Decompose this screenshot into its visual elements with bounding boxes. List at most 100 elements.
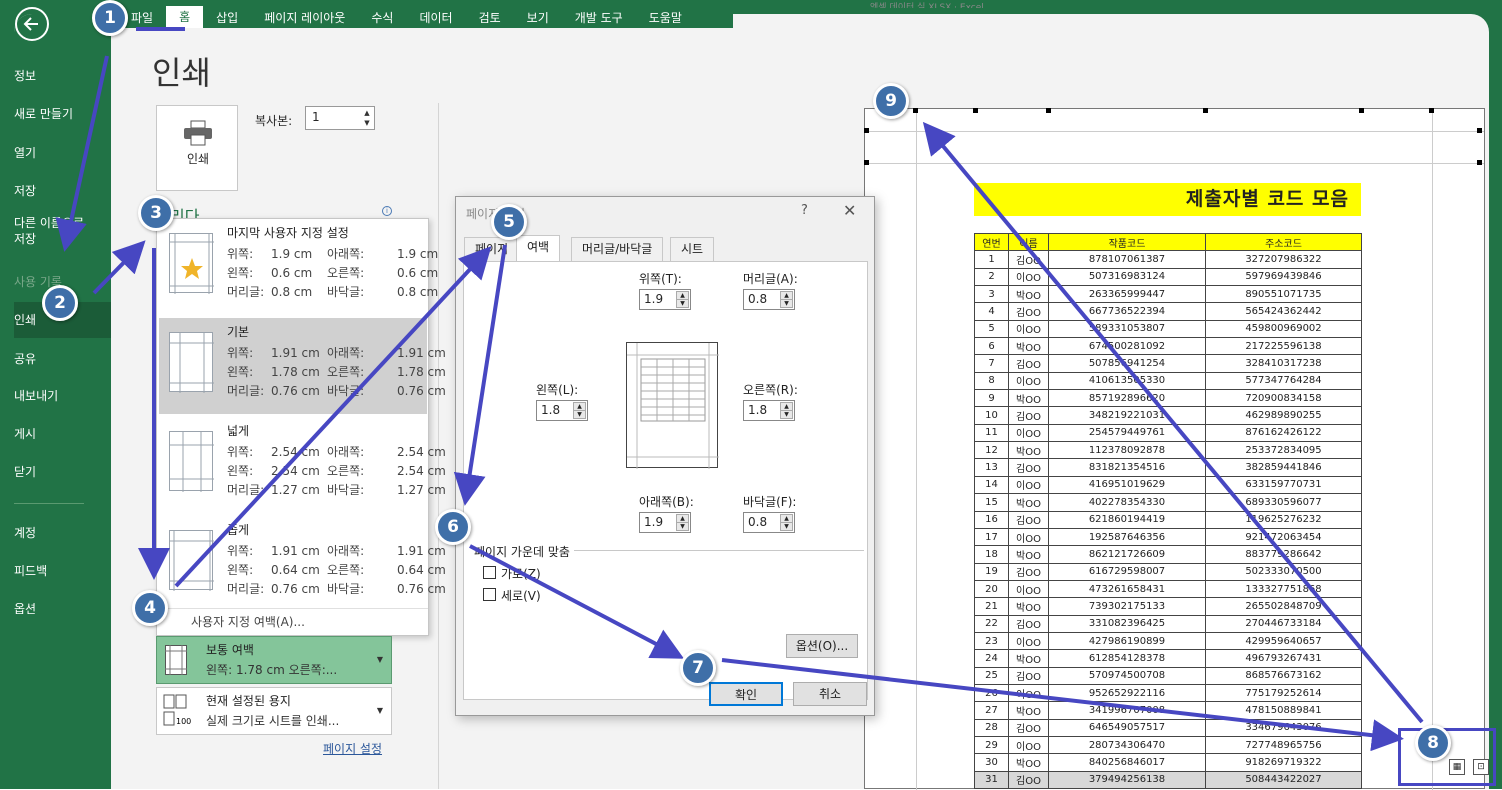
nav-info[interactable]: 정보 <box>14 58 111 94</box>
table-cell: 31 <box>974 770 1009 790</box>
margin-handle[interactable] <box>973 108 978 113</box>
margin-handle[interactable] <box>1429 108 1434 113</box>
nav-options[interactable]: 옵션 <box>14 591 111 627</box>
close-icon[interactable]: ✕ <box>843 201 856 220</box>
table-cell: 507856941254 <box>1048 354 1206 373</box>
margin-handle[interactable] <box>864 128 869 133</box>
margin-handle[interactable] <box>864 160 869 165</box>
dialog-tab-header-footer[interactable]: 머리글/바닥글 <box>571 237 664 261</box>
table-cell: 이OO <box>1008 319 1049 339</box>
table-cell: 674500281092 <box>1048 337 1206 356</box>
back-button[interactable] <box>15 7 49 41</box>
table-cell: 427986190899 <box>1048 631 1206 651</box>
step-badge-6: 6 <box>435 509 471 545</box>
table-cell: 379494256138 <box>1048 770 1206 790</box>
left-margin-input[interactable]: 1.8 ▲ ▼ <box>536 400 588 421</box>
header-margin-input[interactable]: 0.8 ▲ ▼ <box>743 289 795 310</box>
margin-setting-select[interactable]: 보통 여백 왼쪽: 1.78 cm 오른쪽:... ▼ <box>156 636 392 684</box>
table-row: 25 김OO 570974500708 868576673162 <box>974 666 1362 685</box>
cancel-button[interactable]: 취소 <box>793 682 867 706</box>
ok-button[interactable]: 확인 <box>709 682 783 706</box>
vertical-checkbox[interactable] <box>483 588 496 601</box>
table-cell: 952652922116 <box>1048 683 1206 703</box>
margin-handle[interactable] <box>913 108 918 113</box>
page-setup-link[interactable]: 페이지 설정 <box>323 740 382 757</box>
table-cell: 박OO <box>1008 337 1049 356</box>
right-margin-input[interactable]: 1.8 ▲ ▼ <box>743 400 795 421</box>
horizontal-checkbox[interactable] <box>483 566 496 579</box>
tab-home[interactable]: 홈 <box>166 6 204 28</box>
custom-margins-item[interactable]: 사용자 지정 여백(A)... <box>191 613 305 630</box>
table-cell: 이OO <box>1008 423 1049 443</box>
table-cell: 918269719322 <box>1205 753 1362 772</box>
bottom-margin-input[interactable]: 1.9 ▲ ▼ <box>639 512 691 533</box>
table-row: 12 박OO 112378092878 253372834095 <box>974 441 1362 460</box>
nav-save[interactable]: 저장 <box>14 173 111 209</box>
dialog-panel: 위쪽(T): 1.9 ▲ ▼ 머리글(A): 0.8 ▲ ▼ 왼쪽(L): 1.8 ▲ ▼ … <box>463 261 868 700</box>
info-icon[interactable]: i <box>382 206 392 216</box>
dialog-tab-margins[interactable]: 여백 <box>516 235 561 262</box>
top-margin-input[interactable]: 1.9 ▲ ▼ <box>639 289 691 310</box>
table-cell: 328410317238 <box>1205 354 1362 373</box>
table-row: 9 박OO 857192896620 720900834158 <box>974 389 1362 408</box>
table-cell: 이OO <box>1008 475 1049 495</box>
tab-data[interactable]: 데이터 <box>406 9 465 26</box>
step-badge-4: 4 <box>132 590 168 626</box>
margin-guide <box>865 131 1484 132</box>
margin-handle[interactable] <box>1359 108 1364 113</box>
nav-close[interactable]: 닫기 <box>14 454 111 490</box>
table-cell: 217225596138 <box>1205 337 1362 356</box>
nav-open[interactable]: 열기 <box>14 135 111 171</box>
tab-insert[interactable]: 삽입 <box>203 9 251 26</box>
table-cell: 878107061387 <box>1048 250 1206 269</box>
margin-handle[interactable] <box>1477 128 1482 133</box>
spin-down-icon: ▼ <box>780 299 793 308</box>
margin-option-normal[interactable]: 기본 위쪽: 1.91 cm 아래쪽: 1.91 cm 왼쪽: 1.78 cm 오른쪽: 1… <box>159 318 446 414</box>
options-button[interactable]: 옵션(O)... <box>786 634 858 658</box>
tab-developer[interactable]: 개발 도구 <box>562 9 636 26</box>
nav-save-as[interactable]: 다른 이름으로 저장 <box>14 215 111 255</box>
footer-margin-label: 바닥글(F): <box>743 495 797 509</box>
tab-page-layout[interactable]: 페이지 레이아웃 <box>251 9 358 26</box>
table-cell: 26 <box>974 683 1009 703</box>
footer-margin-input[interactable]: 0.8 ▲ ▼ <box>743 512 795 533</box>
margin-handle[interactable] <box>1203 108 1208 113</box>
table-row: 14 이OO 416951019629 633159770731 <box>974 475 1362 495</box>
margin-handle[interactable] <box>1046 108 1051 113</box>
table-cell: 9 <box>974 389 1009 408</box>
nav-export[interactable]: 내보내기 <box>14 378 111 414</box>
dialog-tab-page[interactable]: 페이지 <box>464 237 520 261</box>
nav-account[interactable]: 계정 <box>14 515 111 551</box>
tab-formulas[interactable]: 수식 <box>358 9 406 26</box>
margin-option-last-custom[interactable]: 마지막 사용자 지정 설정 위쪽: 1.9 cm 아래쪽: 1.9 cm 왼쪽: 0.6… <box>159 219 438 315</box>
print-button[interactable]: 인쇄 <box>156 105 238 191</box>
margin-handle[interactable] <box>1477 160 1482 165</box>
nav-share[interactable]: 공유 <box>14 341 111 377</box>
zoom-to-page-icon[interactable]: ⊡ <box>1473 759 1489 775</box>
margin-option-narrow[interactable]: 좁게 위쪽: 1.91 cm 아래쪽: 1.91 cm 왼쪽: 0.64 cm 오른쪽: 0… <box>159 516 446 612</box>
dialog-tab-sheet[interactable]: 시트 <box>670 237 715 261</box>
copies-input[interactable]: 1 ▲ ▼ <box>305 106 375 130</box>
horizontal-label: 가로(Z) <box>501 567 541 581</box>
table-cell: 280734306470 <box>1048 735 1206 755</box>
margin-option-wide[interactable]: 넓게 위쪽: 2.54 cm 아래쪽: 2.54 cm 왼쪽: 2.54 cm 오른쪽: 2… <box>159 417 446 513</box>
margin-guide <box>865 163 1484 164</box>
table-cell: 김OO <box>1008 250 1049 269</box>
tab-view[interactable]: 보기 <box>514 9 562 26</box>
help-icon[interactable]: ? <box>801 203 808 218</box>
table-cell: 11 <box>974 423 1009 443</box>
copies-up-icon[interactable]: ▲ <box>362 109 372 118</box>
tab-review[interactable]: 검토 <box>466 9 514 26</box>
scaling-setting-select[interactable]: 100 현재 설정된 용지 실제 크기로 시트를 인쇄... ▼ <box>156 687 392 735</box>
table-row: 18 박OO 862121726609 883779286642 <box>974 545 1362 564</box>
nav-new[interactable]: 새로 만들기 <box>14 96 111 132</box>
nav-feedback[interactable]: 피드백 <box>14 553 111 589</box>
table-cell: 7 <box>974 354 1009 373</box>
scaling-setting-sub: 실제 크기로 시트를 인쇄... <box>206 714 340 728</box>
tab-help[interactable]: 도움말 <box>636 9 695 26</box>
table-row: 15 박OO 402278354330 689330596077 <box>974 493 1362 512</box>
table-cell: 410613505330 <box>1048 371 1206 391</box>
copies-down-icon[interactable]: ▼ <box>362 119 372 128</box>
show-margins-icon[interactable]: ▦ <box>1449 759 1465 775</box>
nav-publish[interactable]: 게시 <box>14 416 111 452</box>
